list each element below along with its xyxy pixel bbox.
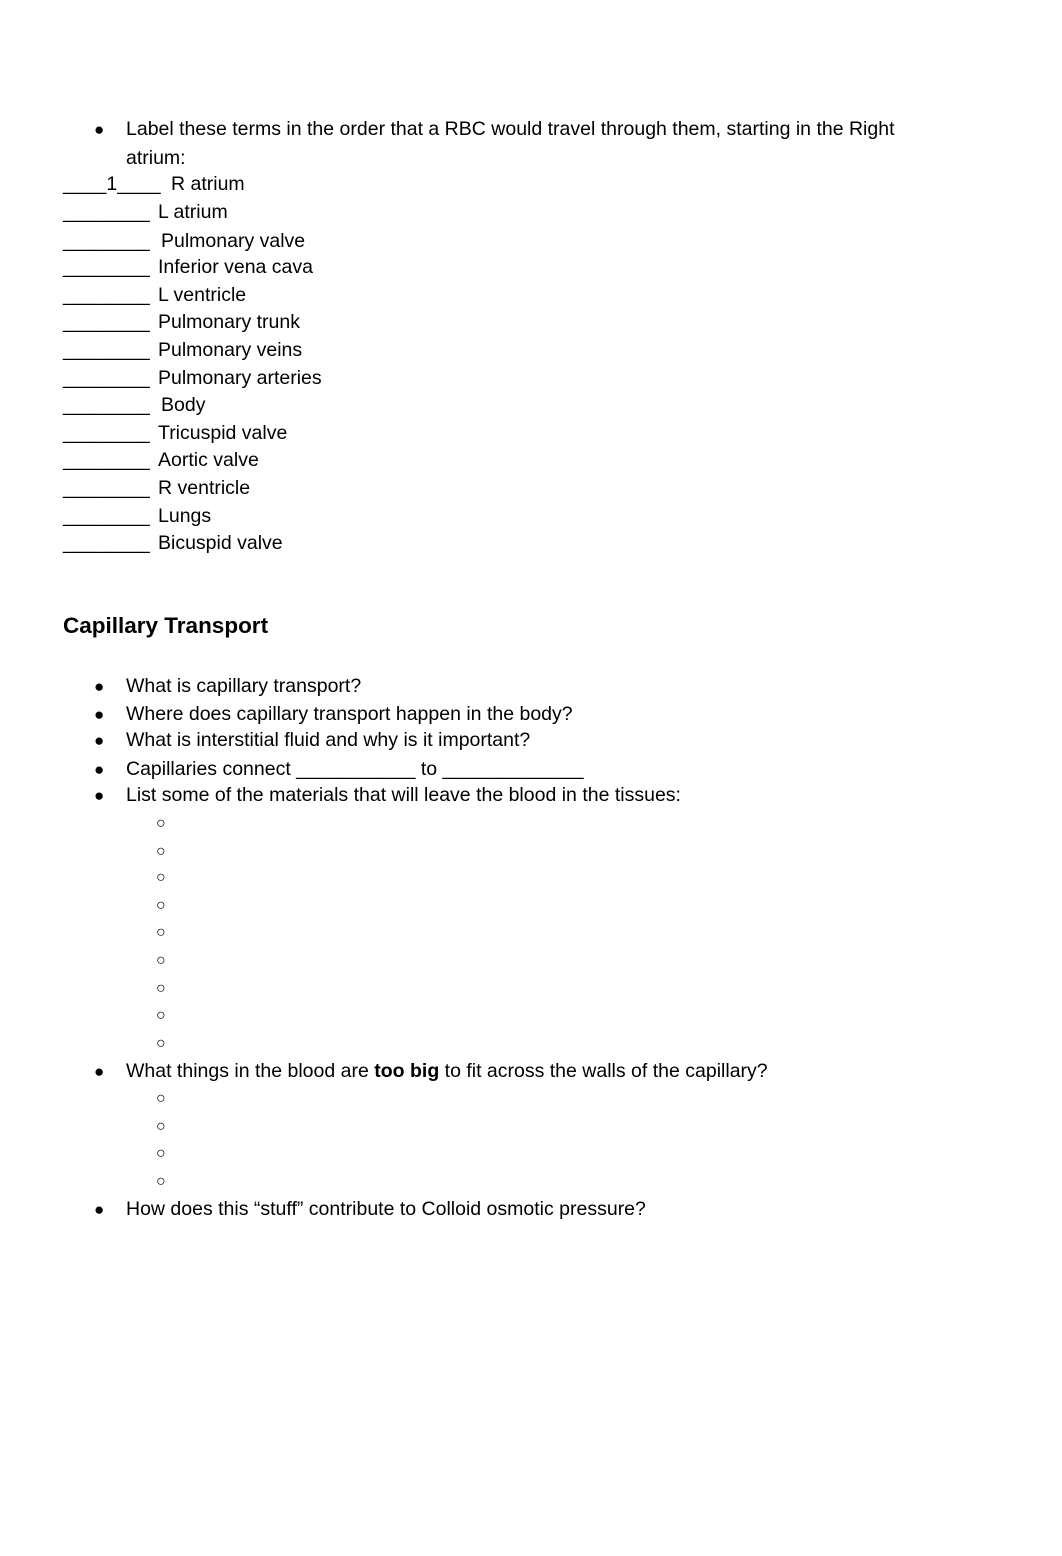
answer-blank[interactable]: ________ (63, 422, 150, 445)
answer-blank[interactable]: ________ (63, 284, 150, 307)
answer-blank[interactable]: ________ (63, 477, 150, 500)
answer-blank[interactable]: ________ (63, 449, 150, 472)
sub-bullet-icon: ○ (156, 1173, 166, 1190)
bullet-icon: ● (94, 705, 105, 724)
question-text: How does this “stuff” contribute to Coll… (126, 1198, 646, 1220)
instruction-text: Label these terms in the order that a RB… (126, 118, 895, 140)
question-text: What is capillary transport? (126, 675, 362, 697)
sub-bullet-icon: ○ (156, 1090, 166, 1107)
answer-blank[interactable]: ________ (63, 394, 150, 417)
term-label: Inferior vena cava (158, 256, 314, 278)
question-text: Where does capillary transport happen in… (126, 703, 573, 725)
term-label: R ventricle (158, 477, 251, 499)
term-label: Body (161, 394, 206, 416)
sub-bullet-icon: ○ (156, 843, 166, 860)
term-label: L atrium (158, 201, 228, 223)
question-text-pre: What things in the blood are (126, 1060, 375, 1082)
answer-blank[interactable]: ________ (63, 339, 150, 362)
answer-blank[interactable]: ________ (63, 367, 150, 390)
sub-bullet-icon: ○ (156, 897, 166, 914)
question-text: What is interstitial fluid and why is it… (126, 729, 531, 751)
sub-bullet-icon: ○ (156, 952, 166, 969)
answer-blank[interactable]: ________ (63, 311, 150, 334)
sub-bullet-icon: ○ (156, 1118, 166, 1135)
sub-bullet-icon: ○ (156, 1035, 166, 1052)
term-label: Bicuspid valve (158, 532, 283, 554)
term-label: L ventricle (158, 284, 247, 306)
question-text-post: to fit across the walls of the capillary… (439, 1060, 768, 1082)
term-label: Tricuspid valve (158, 422, 288, 444)
answer-blank[interactable]: ________ (63, 505, 150, 528)
sub-bullet-icon: ○ (156, 869, 166, 886)
term-label: Pulmonary trunk (158, 311, 300, 333)
sub-bullet-icon: ○ (156, 924, 166, 941)
bullet-icon: ● (94, 760, 105, 779)
question-text: List some of the materials that will lea… (126, 784, 681, 806)
bullet-icon: ● (94, 120, 105, 139)
term-label: Pulmonary arteries (158, 367, 322, 389)
bullet-icon: ● (94, 1200, 105, 1219)
sub-bullet-icon: ○ (156, 1145, 166, 1162)
bullet-icon: ● (94, 1062, 105, 1081)
answer-blank[interactable]: ____1____ (63, 173, 161, 196)
term-label: Aortic valve (158, 449, 259, 471)
term-label: Pulmonary valve (161, 230, 306, 252)
section-heading: Capillary Transport (63, 613, 269, 638)
term-label: Lungs (158, 505, 212, 527)
sub-bullet-icon: ○ (156, 1007, 166, 1024)
sub-bullet-icon: ○ (156, 980, 166, 997)
answer-blank[interactable]: ________ (63, 256, 150, 279)
instruction-text-cont: atrium: (126, 147, 186, 169)
bullet-icon: ● (94, 786, 105, 805)
bullet-icon: ● (94, 677, 105, 696)
question-text: What things in the blood are too big to … (126, 1060, 768, 1083)
answer-blank[interactable]: ________ (63, 201, 150, 224)
answer-blank[interactable]: ________ (63, 532, 150, 555)
bullet-icon: ● (94, 731, 105, 750)
sub-bullet-icon: ○ (156, 815, 166, 832)
question-text: Capillaries connect ___________ to _____… (126, 758, 584, 780)
answer-blank[interactable]: ________ (63, 230, 150, 253)
emphasis-text: too big (374, 1060, 440, 1082)
term-label: R atrium (171, 173, 245, 195)
term-label: Pulmonary veins (158, 339, 303, 361)
